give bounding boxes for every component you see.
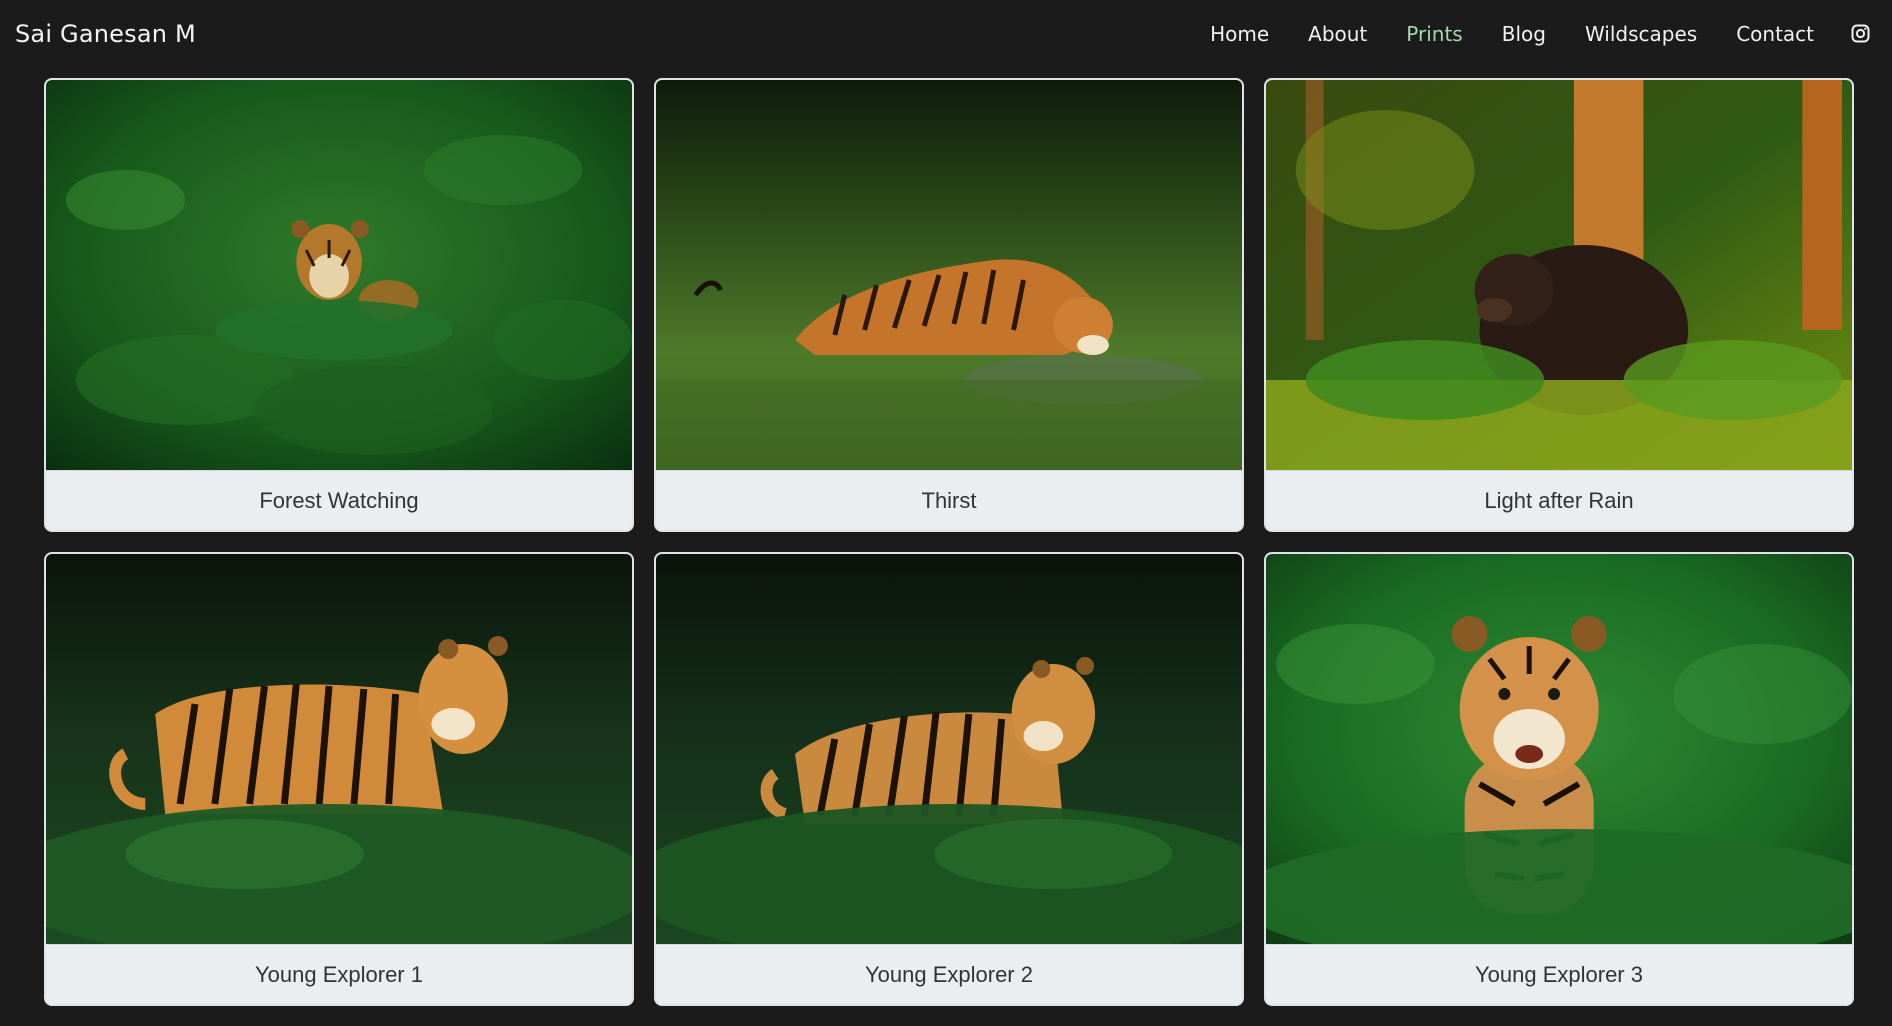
print-caption: Young Explorer 2 [656,944,1242,1004]
print-caption: Young Explorer 1 [46,944,632,1004]
print-photo[interactable] [46,554,632,944]
print-caption: Young Explorer 3 [1266,944,1852,1004]
print-photo[interactable] [1266,554,1852,944]
nav-link-about[interactable]: About [1308,22,1367,46]
gallery-card[interactable]: Thirst [654,78,1244,532]
gallery-card[interactable]: Young Explorer 2 [654,552,1244,1006]
gallery-card[interactable]: Forest Watching [44,78,634,532]
gallery-card[interactable]: Light after Rain [1264,78,1854,532]
print-photo[interactable] [46,80,632,470]
nav-link-home[interactable]: Home [1210,22,1269,46]
site-brand[interactable]: Sai Ganesan M [15,20,196,48]
top-navbar: Sai Ganesan M Home About Prints Blog Wil… [0,0,1892,67]
nav-link-prints[interactable]: Prints [1406,22,1462,46]
nav-link-contact[interactable]: Contact [1736,22,1814,46]
prints-gallery: Forest Watching Thirst Light after Rain … [44,78,1854,1006]
gallery-card[interactable]: Young Explorer 1 [44,552,634,1006]
gallery-card[interactable]: Young Explorer 3 [1264,552,1854,1006]
print-caption: Forest Watching [46,470,632,530]
print-photo[interactable] [656,80,1242,470]
nav-link-wildscapes[interactable]: Wildscapes [1585,22,1697,46]
print-caption: Light after Rain [1266,470,1852,530]
main-nav: Home About Prints Blog Wildscapes Contac… [1171,0,1870,67]
instagram-icon[interactable] [1851,24,1870,43]
nav-link-blog[interactable]: Blog [1502,22,1546,46]
print-photo[interactable] [1266,80,1852,470]
print-photo[interactable] [656,554,1242,944]
print-caption: Thirst [656,470,1242,530]
